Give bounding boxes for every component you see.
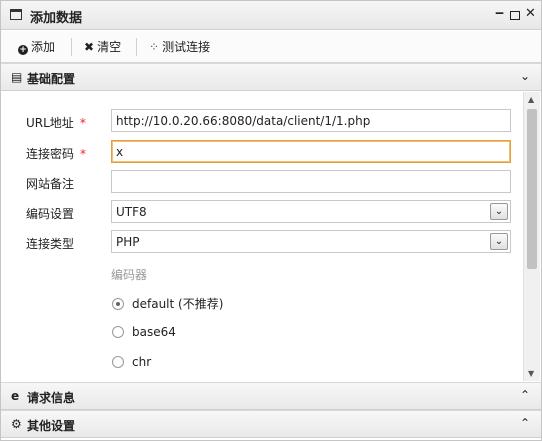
maximize-button[interactable] xyxy=(510,11,520,20)
toolbar: + 添加 ✖ 清空 ⁘ 测试连接 xyxy=(1,31,541,63)
required-marker: * xyxy=(80,147,87,161)
encoding-label: 编码设置 xyxy=(26,207,75,221)
note-input[interactable] xyxy=(111,170,511,193)
toolbar-separator xyxy=(136,38,137,56)
radio-icon[interactable] xyxy=(112,356,124,368)
type-select[interactable]: PHP ⌄ xyxy=(111,230,511,253)
encoder-radio-chr[interactable]: chr xyxy=(112,355,151,369)
spinner-icon: ⁘ xyxy=(149,40,160,54)
close-button[interactable]: ✕ xyxy=(525,6,536,21)
window-title: 添加数据 xyxy=(30,11,83,26)
type-label: 连接类型 xyxy=(26,237,75,251)
required-marker: * xyxy=(79,116,86,130)
title-bar[interactable]: 添加数据 ‒ ✕ xyxy=(1,1,541,30)
test-connection-label: 测试连接 xyxy=(162,40,211,54)
window-icon xyxy=(10,9,22,20)
chevron-up-icon: ⌃ xyxy=(520,416,531,430)
password-label: 连接密码 * xyxy=(26,147,87,161)
basic-config-header[interactable]: ▤ 基础配置 ⌄ xyxy=(1,63,541,91)
password-input[interactable] xyxy=(111,140,511,163)
clear-button[interactable]: ✖ 清空 xyxy=(84,38,121,56)
note-label: 网站备注 xyxy=(26,177,75,191)
chevron-down-icon: ⌄ xyxy=(520,69,531,83)
plus-circle-icon: + xyxy=(18,45,28,55)
chevron-down-icon[interactable]: ⌄ xyxy=(490,203,508,220)
encoder-radio-base64[interactable]: base64 xyxy=(112,325,176,339)
url-input[interactable] xyxy=(111,109,511,132)
scroll-up-icon[interactable]: ▲ xyxy=(528,95,534,104)
chevron-down-icon[interactable]: ⌄ xyxy=(490,233,508,250)
chevron-up-icon: ⌃ xyxy=(520,388,531,402)
encoder-label: 编码器 xyxy=(111,268,148,282)
e-icon: e xyxy=(11,389,20,403)
add-data-window: 添加数据 ‒ ✕ +添加 ✖清空 ⁘测试连接 ▤ 基础配置 ⌄ URL地址* 连… xyxy=(0,0,542,441)
encoding-select[interactable]: UTF8 ⌄ xyxy=(111,200,511,223)
other-settings-label: 其他设置 xyxy=(27,419,76,433)
basic-config-label: 基础配置 xyxy=(27,72,76,86)
toolbar-separator xyxy=(71,38,72,56)
clear-button-label: 清空 xyxy=(97,40,122,54)
radio-icon[interactable] xyxy=(112,326,124,338)
request-info-header[interactable]: e 请求信息 ⌃ xyxy=(1,382,541,410)
x-icon: ✖ xyxy=(84,40,95,54)
other-settings-header[interactable]: ⚙ 其他设置 ⌃ xyxy=(1,410,541,438)
minimize-button[interactable]: ‒ xyxy=(495,6,504,21)
scroll-down-icon[interactable]: ▼ xyxy=(528,369,534,378)
vertical-scrollbar[interactable]: ▲ ▼ xyxy=(523,92,540,381)
gears-icon: ⚙ xyxy=(11,417,22,431)
scroll-thumb[interactable] xyxy=(527,109,537,269)
test-connection-button[interactable]: ⁘ 测试连接 xyxy=(149,38,210,56)
radio-icon[interactable] xyxy=(112,298,124,310)
encoding-value: UTF8 xyxy=(116,205,147,219)
document-icon: ▤ xyxy=(11,70,23,84)
add-button[interactable]: + 添加 xyxy=(18,38,55,56)
request-info-label: 请求信息 xyxy=(27,391,76,405)
url-label: URL地址 * xyxy=(26,116,86,130)
add-button-label: 添加 xyxy=(31,40,56,54)
type-value: PHP xyxy=(116,235,140,249)
encoder-radio-default[interactable]: default (不推荐) xyxy=(112,295,223,312)
basic-config-panel: URL地址* 连接密码* 网站备注 编码设置 UTF8 ⌄ 连接类型 PHP ⌄… xyxy=(1,92,541,381)
